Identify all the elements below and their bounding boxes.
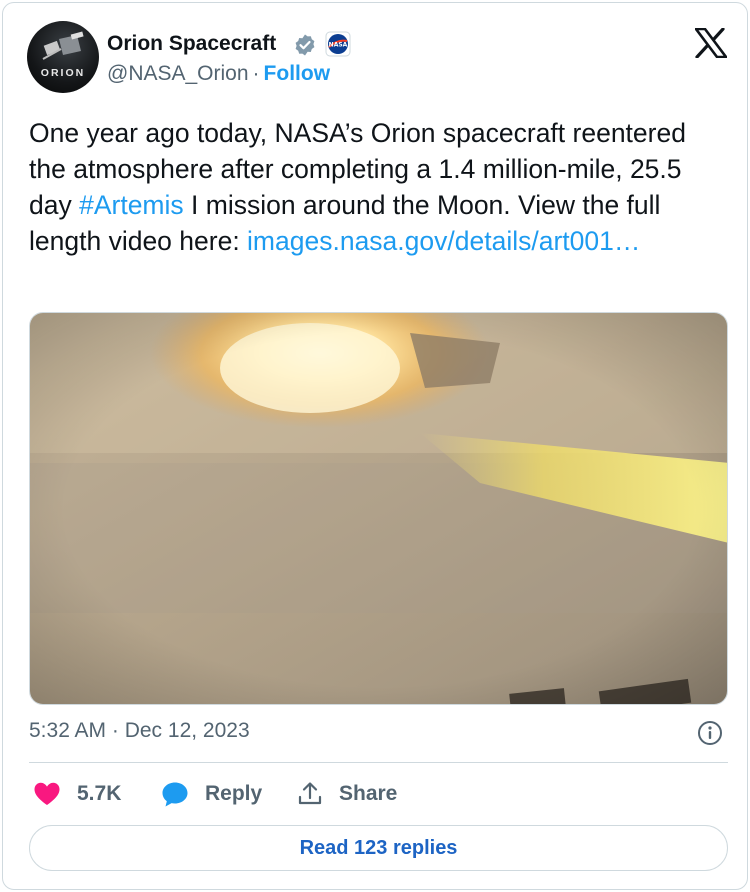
tweet-timestamp[interactable]: 5:32 AM · Dec 12, 2023 — [29, 719, 250, 743]
tweet-text: One year ago today, NASA’s Orion spacecr… — [29, 115, 729, 259]
video-media[interactable] — [29, 312, 728, 705]
avatar-label: ORION — [40, 67, 86, 79]
like-button[interactable]: 5.7K — [33, 778, 121, 810]
nasa-affiliate-badge-icon: NASA — [325, 31, 351, 57]
display-name[interactable]: Orion Spacecraft — [107, 32, 276, 56]
share-button[interactable]: Share — [297, 778, 397, 810]
handle-row: @NASA_Orion · Follow — [107, 62, 330, 86]
hashtag-link[interactable]: #Artemis — [79, 190, 184, 220]
nasa-badge-text: NASA — [329, 42, 348, 49]
like-count: 5.7K — [77, 782, 122, 805]
info-icon[interactable] — [697, 720, 723, 746]
read-replies-button[interactable]: Read 123 replies — [29, 825, 728, 871]
verified-badge-icon — [295, 34, 315, 56]
reply-label: Reply — [205, 782, 263, 805]
divider — [29, 762, 728, 763]
share-label: Share — [339, 782, 398, 805]
reply-bubble-icon — [162, 782, 188, 807]
separator: · — [252, 62, 260, 85]
avatar[interactable]: ORION — [27, 21, 99, 93]
reentry-video-frame — [30, 313, 727, 704]
follow-button[interactable]: Follow — [264, 62, 331, 85]
spacecraft-icon — [42, 31, 84, 60]
x-logo-icon[interactable] — [695, 28, 727, 58]
reply-button[interactable]: Reply — [161, 778, 262, 810]
tweet-card: ORION Orion Spacecraft NASA @NASA_Orion ·… — [2, 2, 748, 890]
external-link[interactable]: images.nasa.gov/details/art001… — [247, 226, 640, 256]
share-upload-icon — [298, 782, 322, 805]
heart-icon — [34, 782, 60, 805]
handle[interactable]: @NASA_Orion — [107, 62, 249, 85]
